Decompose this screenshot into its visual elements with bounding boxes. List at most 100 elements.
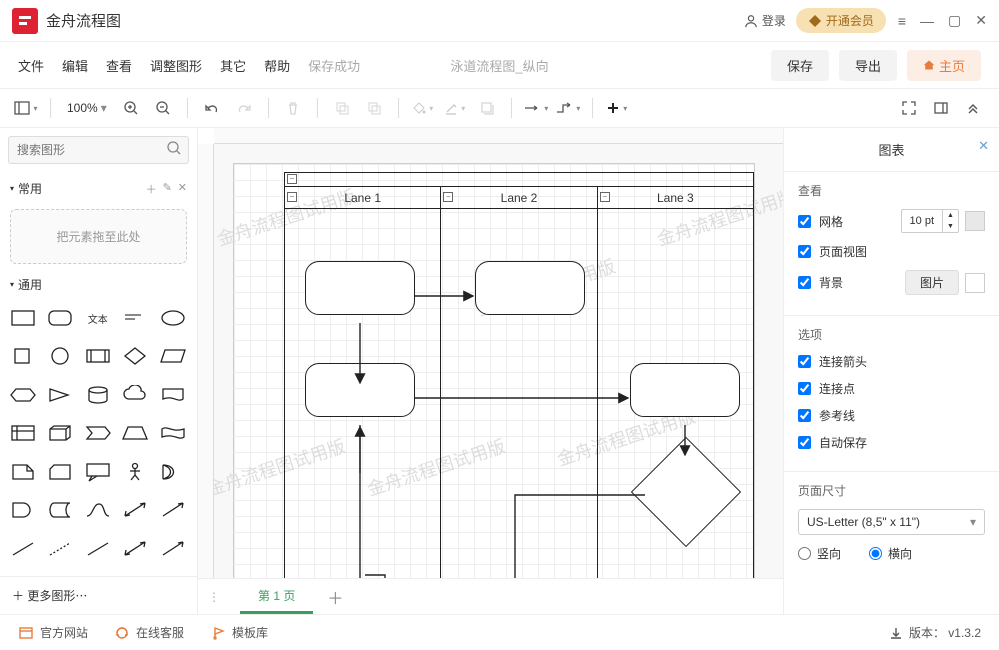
home-button[interactable]: 主页 xyxy=(907,50,981,81)
shape-dashline[interactable] xyxy=(45,538,75,560)
collapse-icon[interactable]: − xyxy=(287,192,297,202)
close-panel-icon[interactable]: ✕ xyxy=(978,138,989,154)
background-checkbox[interactable]: 背景 xyxy=(798,274,843,291)
waypoint-icon[interactable]: ▾ xyxy=(554,94,582,122)
pageview-checkbox[interactable]: 页面视图 xyxy=(798,243,867,260)
vip-button[interactable]: 开通会员 xyxy=(796,8,886,33)
official-site-link[interactable]: 官方网站 xyxy=(18,624,88,641)
sidebar-toggle-icon[interactable]: ▾ xyxy=(12,94,40,122)
portrait-radio[interactable]: 竖向 xyxy=(798,545,841,562)
menu-edit[interactable]: 编辑 xyxy=(62,56,88,75)
edit-common-icon[interactable]: ✎ xyxy=(163,181,172,197)
zoom-in-icon[interactable] xyxy=(117,94,145,122)
shape-datastor[interactable] xyxy=(45,499,75,521)
shape-line[interactable] xyxy=(8,538,38,560)
add-icon[interactable]: ▾ xyxy=(603,94,631,122)
menu-help[interactable]: 帮助 xyxy=(264,56,290,75)
fill-icon[interactable]: ▾ xyxy=(409,94,437,122)
menu-icon[interactable]: ≡ xyxy=(898,13,906,29)
undo-icon[interactable] xyxy=(198,94,226,122)
shape-cloud[interactable] xyxy=(120,384,150,406)
guide-checkbox[interactable]: 参考线 xyxy=(798,407,855,424)
shape-note[interactable] xyxy=(8,461,38,483)
add-common-icon[interactable]: ＋ xyxy=(146,181,157,197)
dropzone[interactable]: 把元素拖至此处 xyxy=(10,209,187,264)
search-icon[interactable] xyxy=(167,141,181,158)
collapse-icon[interactable]: − xyxy=(600,192,610,202)
shape-line2[interactable] xyxy=(83,538,113,560)
shape-trap[interactable] xyxy=(120,422,150,444)
minimize-button[interactable]: — xyxy=(920,13,934,29)
delete-icon[interactable] xyxy=(279,94,307,122)
shape-parallel[interactable] xyxy=(158,345,188,367)
landscape-radio[interactable]: 横向 xyxy=(869,545,912,562)
collapse-icon[interactable]: − xyxy=(443,192,453,202)
shape-ellipse[interactable] xyxy=(158,307,188,329)
shape-card[interactable] xyxy=(45,461,75,483)
shape-arrow[interactable] xyxy=(158,499,188,521)
swimlane-pool[interactable]: − −Lane 1 −Lane 2 −Lane 3 xyxy=(284,172,754,578)
shape-tri[interactable] xyxy=(45,384,75,406)
fullscreen-icon[interactable] xyxy=(895,94,923,122)
category-common[interactable]: ▾常用 ＋✎✕ xyxy=(0,172,197,205)
shape-doc[interactable] xyxy=(158,384,188,406)
shape-process[interactable] xyxy=(83,345,113,367)
shape-cube[interactable] xyxy=(45,422,75,444)
shape-square[interactable] xyxy=(8,345,38,367)
shape-or[interactable] xyxy=(158,461,188,483)
category-general[interactable]: ▾通用 xyxy=(0,268,197,301)
shape-cyl[interactable] xyxy=(83,384,113,406)
connector-icon[interactable]: ▾ xyxy=(522,94,550,122)
shape-actor[interactable] xyxy=(120,461,150,483)
zoom-out-icon[interactable] xyxy=(149,94,177,122)
canvas[interactable]: 金舟流程图试用版 金舟流程图试用版 金舟流程图试用版 金舟流程图试用版 金舟流程… xyxy=(214,144,783,578)
shape-roundrect[interactable] xyxy=(45,307,75,329)
lane-2[interactable]: −Lane 2 xyxy=(441,187,597,578)
menu-file[interactable]: 文件 xyxy=(18,56,44,75)
flow-node[interactable] xyxy=(305,363,415,417)
pagesize-select[interactable]: US-Letter (8,5" x 11") xyxy=(798,509,985,535)
template-library-link[interactable]: 模板库 xyxy=(210,624,268,641)
to-back-icon[interactable] xyxy=(360,94,388,122)
shape-circle[interactable] xyxy=(45,345,75,367)
del-common-icon[interactable]: ✕ xyxy=(178,181,187,197)
background-color-swatch[interactable] xyxy=(965,273,985,293)
flow-node[interactable] xyxy=(305,261,415,315)
shape-step[interactable] xyxy=(83,422,113,444)
document-title[interactable]: 泳道流程图_纵向 xyxy=(450,56,548,75)
shape-textbox[interactable] xyxy=(120,307,150,329)
shape-text[interactable]: 文本 xyxy=(83,307,113,329)
shape-hex[interactable] xyxy=(8,384,38,406)
shape-diamond[interactable] xyxy=(120,345,150,367)
shape-biarr2[interactable] xyxy=(120,538,150,560)
grid-color-swatch[interactable] xyxy=(965,211,985,231)
flow-node[interactable] xyxy=(630,363,740,417)
shape-and[interactable] xyxy=(8,499,38,521)
grid-size-stepper[interactable]: 10 pt▲▼ xyxy=(901,209,959,233)
flow-node[interactable] xyxy=(475,261,585,315)
shape-curve[interactable] xyxy=(83,499,113,521)
close-button[interactable]: ✕ xyxy=(975,12,987,29)
format-panel-icon[interactable] xyxy=(927,94,955,122)
conn-point-checkbox[interactable]: 连接点 xyxy=(798,380,855,397)
customer-service-link[interactable]: 在线客服 xyxy=(114,624,184,641)
background-image-button[interactable]: 图片 xyxy=(905,270,959,295)
to-front-icon[interactable] xyxy=(328,94,356,122)
add-page-button[interactable]: ＋ xyxy=(327,585,343,609)
autosave-checkbox[interactable]: 自动保存 xyxy=(798,434,867,451)
collapse-icon[interactable] xyxy=(959,94,987,122)
grid-checkbox[interactable]: 网格 xyxy=(798,213,843,230)
more-shapes[interactable]: ＋ 更多图形⋯ xyxy=(0,576,197,614)
shadow-icon[interactable] xyxy=(473,94,501,122)
conn-arrow-checkbox[interactable]: 连接箭头 xyxy=(798,353,867,370)
menu-extra[interactable]: 其它 xyxy=(220,56,246,75)
menu-view[interactable]: 查看 xyxy=(106,56,132,75)
line-color-icon[interactable]: ▾ xyxy=(441,94,469,122)
maximize-button[interactable]: ▢ xyxy=(948,12,961,29)
redo-icon[interactable] xyxy=(230,94,258,122)
search-input[interactable] xyxy=(8,136,189,164)
shape-intstor[interactable] xyxy=(8,422,38,444)
shape-tape[interactable] xyxy=(158,422,188,444)
menu-arrange[interactable]: 调整图形 xyxy=(150,56,202,75)
shape-arr2[interactable] xyxy=(158,538,188,560)
